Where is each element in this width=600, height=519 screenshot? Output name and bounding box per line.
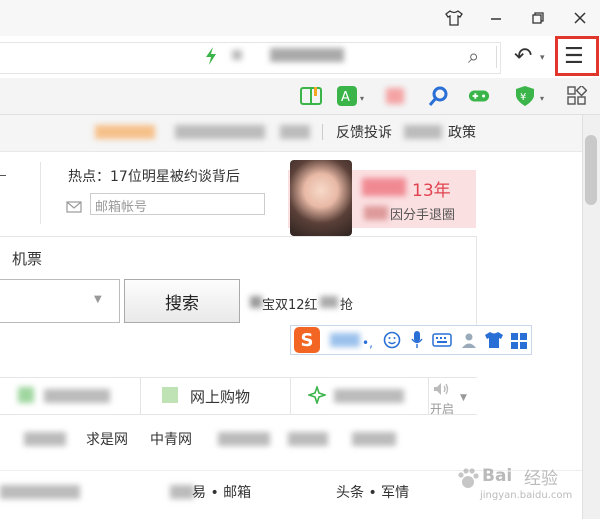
tab-flights[interactable]: 机票 xyxy=(12,248,42,269)
menu-highlight-box xyxy=(555,36,599,76)
nav-item-redacted[interactable] xyxy=(95,125,155,139)
translate-dropdown-icon[interactable]: ▾ xyxy=(360,94,364,103)
category-shopping[interactable]: 网上购物 xyxy=(190,386,250,407)
category-icon-redacted xyxy=(18,387,34,403)
shopping-icon xyxy=(162,387,178,403)
promo-text-end[interactable]: 抢 xyxy=(340,294,353,313)
site-link-redacted[interactable] xyxy=(352,432,396,446)
undo-icon[interactable]: ↶ xyxy=(514,44,532,69)
category-item-redacted[interactable] xyxy=(334,389,404,403)
content-military-link[interactable]: 头条 • 军情 xyxy=(336,482,409,502)
ad-sub-redacted xyxy=(364,206,388,220)
site-link-zhongqing[interactable]: 中青网 xyxy=(150,429,192,449)
lightning-icon xyxy=(204,46,218,70)
user-icon[interactable] xyxy=(460,331,478,353)
extension-redacted xyxy=(386,88,404,104)
undo-dropdown-icon[interactable]: ▾ xyxy=(540,53,545,63)
email-input[interactable]: 邮箱帐号 xyxy=(90,193,265,215)
sogou-ime-icon[interactable]: S xyxy=(294,327,320,353)
translate-icon[interactable]: A xyxy=(336,85,358,107)
ime-punct-icon[interactable]: •, xyxy=(362,336,373,350)
divider xyxy=(496,46,497,68)
url-field[interactable] xyxy=(0,42,501,74)
url-redacted xyxy=(232,50,242,60)
close-icon[interactable] xyxy=(566,6,594,30)
content-item-redacted[interactable] xyxy=(170,485,194,499)
sparkle-icon xyxy=(306,384,328,408)
skin-shirt-icon[interactable] xyxy=(484,331,504,353)
ad-title-redacted xyxy=(362,178,406,196)
speaker-icon[interactable] xyxy=(433,381,451,400)
site-link-qiushi[interactable]: 求是网 xyxy=(86,429,128,449)
divider xyxy=(140,377,141,415)
baidu-paw-icon xyxy=(455,466,481,496)
keyboard-icon[interactable] xyxy=(432,332,452,352)
site-link-redacted[interactable] xyxy=(288,432,328,446)
ad-subtitle: 因分手退圈 xyxy=(390,208,456,223)
nav-item-redacted[interactable] xyxy=(175,125,265,139)
nav-divider xyxy=(322,124,323,140)
chevron-down-icon[interactable]: ▼ xyxy=(460,393,467,403)
watermark-url: jingyan.baidu.com xyxy=(480,490,573,501)
divider xyxy=(476,236,477,332)
hot-topic-link[interactable]: 热点：17位明星被约谈背后 xyxy=(68,166,240,186)
search-icon[interactable]: ⌕ xyxy=(468,44,479,68)
ad-title: 13年 xyxy=(412,181,451,201)
url-text-redacted xyxy=(270,48,344,62)
search-select[interactable] xyxy=(0,279,120,323)
search-button[interactable]: 搜索 xyxy=(124,279,240,323)
magnifier-icon[interactable] xyxy=(428,85,450,107)
content-item-redacted[interactable] xyxy=(0,485,80,499)
title-bar xyxy=(0,0,600,37)
restore-icon[interactable] xyxy=(524,6,552,30)
divider xyxy=(40,162,41,224)
promo-redacted xyxy=(250,296,262,308)
ad-avatar xyxy=(290,160,352,236)
microphone-icon[interactable] xyxy=(410,330,424,354)
svg-text:¥: ¥ xyxy=(520,92,526,103)
promo-redacted xyxy=(320,296,338,308)
nav-feedback-link[interactable]: 反馈投诉 xyxy=(336,122,392,142)
content-mail-link[interactable]: 易 • 邮箱 xyxy=(192,482,251,502)
nav-item-redacted[interactable] xyxy=(280,125,310,139)
shield-dropdown-icon[interactable]: ▾ xyxy=(540,94,544,103)
reader-book-icon[interactable] xyxy=(300,85,322,107)
divider xyxy=(290,377,291,415)
skin-icon[interactable] xyxy=(440,6,468,30)
apps-grid-icon[interactable] xyxy=(566,85,588,107)
open-label[interactable]: 开启 xyxy=(430,400,454,417)
ime-grid-icon[interactable] xyxy=(510,332,528,354)
nav-item-redacted[interactable] xyxy=(404,125,442,139)
chevron-down-icon[interactable]: ▼ xyxy=(94,294,102,305)
ime-mode-redacted[interactable] xyxy=(330,333,360,347)
watermark-brand: Bai xyxy=(482,466,513,486)
site-link-redacted[interactable] xyxy=(24,432,66,446)
dash-mark xyxy=(0,175,6,176)
svg-text:A: A xyxy=(341,90,350,105)
site-link-redacted[interactable] xyxy=(218,432,270,446)
emoji-icon[interactable] xyxy=(383,331,401,353)
nav-policy-link[interactable]: 政策 xyxy=(448,122,476,142)
minimize-icon[interactable] xyxy=(482,6,510,30)
promo-text[interactable]: 宝双12红 xyxy=(262,294,318,313)
scrollbar-thumb[interactable] xyxy=(585,135,597,205)
divider xyxy=(0,236,477,237)
gamepad-icon[interactable] xyxy=(468,85,490,107)
shield-icon[interactable]: ¥ xyxy=(514,85,536,107)
category-item-redacted[interactable] xyxy=(44,389,110,403)
mail-icon xyxy=(66,198,82,217)
watermark-text: 经验 xyxy=(524,469,558,489)
